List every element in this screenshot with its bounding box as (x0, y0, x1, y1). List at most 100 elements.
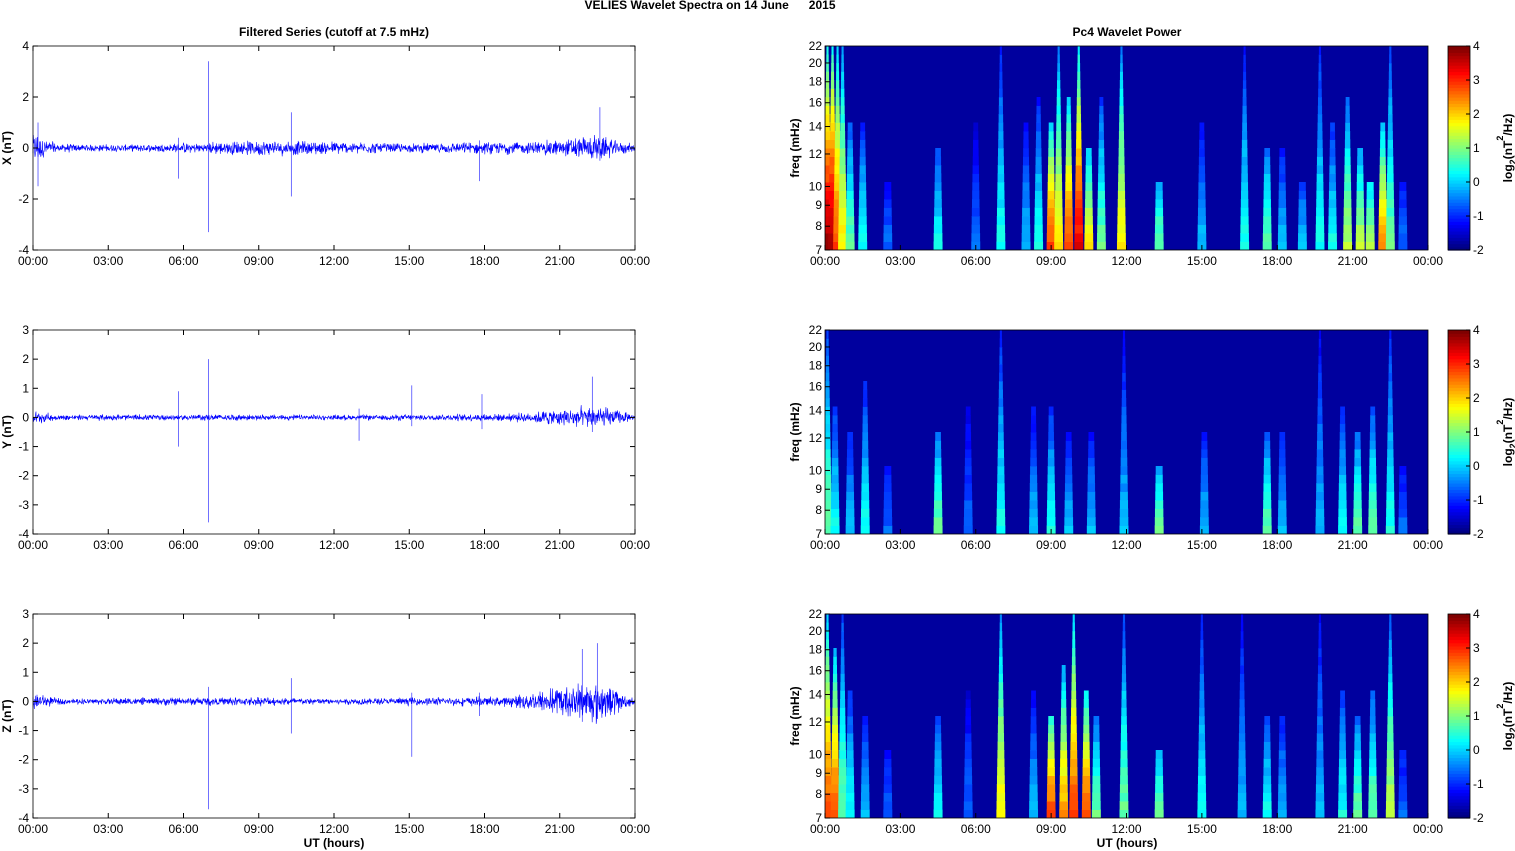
heatmap-cell (1047, 483, 1055, 492)
heatmap-cell (1055, 182, 1063, 191)
heatmap-cell (1098, 122, 1104, 132)
colorbar-label-part: log (1501, 732, 1515, 750)
heatmap-cell (1353, 792, 1362, 802)
colorbar-2: -2 -1 0 1 2 3 4 log2(nT2/Hz) (1447, 323, 1515, 541)
heatmap-cell (1242, 122, 1247, 132)
heatmap-cell (1121, 415, 1127, 424)
heatmap-cell (1071, 665, 1076, 674)
heatmap-cell (1339, 449, 1346, 458)
heatmap-cell (1264, 724, 1271, 734)
heatmap-cell (1075, 156, 1082, 166)
heatmap-cell (1200, 622, 1204, 632)
heatmap-cell (934, 500, 943, 509)
xtick-label: 21:00 (1338, 254, 1368, 268)
heatmap-cell (1345, 122, 1350, 132)
heatmap-cell (1065, 440, 1072, 450)
heatmap-cell (1328, 199, 1337, 208)
heatmap-cell (1087, 508, 1096, 518)
heatmap-cell (825, 372, 830, 382)
ytick-label: 8 (815, 503, 822, 517)
xtick-label: 21:00 (545, 822, 575, 836)
heatmap-cell (996, 775, 1005, 785)
heatmap-cell (1077, 80, 1081, 89)
colorbar-tick-label: 0 (1473, 459, 1480, 473)
heatmap-cell (1317, 690, 1323, 700)
heatmap-cell (1198, 767, 1206, 776)
heatmap-cell (1317, 105, 1323, 115)
heatmap-cell (1076, 105, 1081, 115)
heatmap-cell (1369, 457, 1377, 467)
heatmap-cell (839, 182, 847, 191)
heatmap-cell (1278, 767, 1287, 776)
heatmap-cell (997, 190, 1005, 200)
heatmap-cell (1097, 216, 1106, 225)
heatmap-cell (831, 758, 839, 768)
heatmap-cell (839, 750, 847, 759)
heatmap-cell (825, 139, 831, 149)
heatmap-cell (838, 775, 847, 785)
heatmap-cell (1197, 784, 1206, 793)
heatmap-cell (933, 241, 943, 250)
heatmap-cell (1200, 491, 1209, 501)
heatmap-cell (1096, 241, 1106, 250)
spectrogram-panel-1: 7891012141618202200:00 03:00 06:00 09:00 12:… (788, 39, 1443, 268)
heatmap-cell (1398, 801, 1408, 810)
heatmap-cell (1399, 483, 1407, 492)
heatmap-cell (1386, 207, 1395, 217)
heatmap-cell (1120, 733, 1128, 742)
heatmap-cell (997, 199, 1005, 208)
heatmap-cell (1318, 631, 1322, 640)
heatmap-cell (1030, 415, 1037, 424)
heatmap-cell (860, 809, 870, 818)
heatmap-cell (1120, 775, 1128, 785)
colorbar-tick-label: 3 (1473, 73, 1480, 87)
heatmap-cell (996, 508, 1006, 518)
heatmap-cell (862, 423, 868, 433)
heatmap-cell (1242, 131, 1248, 140)
heatmap-cell (965, 733, 972, 742)
ytick-label: 0 (22, 410, 29, 424)
xtick-label: 00:00 (810, 538, 840, 552)
heatmap-cell (964, 491, 973, 501)
heatmap-cell (1238, 775, 1246, 785)
heatmap-cell (1241, 614, 1244, 623)
ytick-label: 22 (809, 323, 823, 337)
colorbar-1: -2 -1 0 1 2 3 4 log2(nT2/Hz) (1447, 39, 1515, 257)
heatmap-cell (846, 741, 854, 751)
heatmap-cell (1198, 741, 1206, 751)
heatmap-cell (1338, 508, 1347, 518)
heatmap-cell (1278, 775, 1287, 785)
heatmap-cell (1200, 517, 1209, 526)
heatmap-cell (1318, 665, 1322, 674)
heatmap-cell (1085, 165, 1092, 174)
heatmap-cell (1316, 182, 1324, 191)
colorbar-label-part: /Hz) (1501, 114, 1515, 136)
xtick-label: 03:00 (885, 538, 915, 552)
xtick-label: 06:00 (168, 538, 198, 552)
heatmap-cell (1116, 241, 1126, 250)
heatmap-cell (1340, 406, 1345, 416)
heatmap-cell (1379, 156, 1386, 166)
heatmap-cell (1087, 466, 1095, 475)
heatmap-cell (834, 148, 841, 157)
heatmap-cell (1060, 758, 1068, 768)
colorbar-tick-label: 3 (1473, 357, 1480, 371)
heatmap-cell (1121, 398, 1127, 407)
heatmap-cell (1263, 508, 1272, 518)
heatmap-cell (1118, 148, 1125, 157)
heatmap-cell (846, 491, 855, 501)
heatmap-cell (1034, 199, 1043, 208)
heatmap-cell (1030, 750, 1037, 759)
heatmap-cell (1369, 474, 1377, 484)
heatmap-cell (998, 682, 1004, 691)
heatmap-cell (1029, 508, 1038, 518)
heatmap-cell (1065, 466, 1073, 475)
heatmap-cell (1093, 724, 1100, 734)
heatmap-cell (1263, 500, 1272, 509)
heatmap-cell (1240, 639, 1244, 649)
heatmap-cell (1398, 792, 1408, 802)
heatmap-cell (1298, 233, 1307, 242)
heatmap-cell (1339, 457, 1346, 467)
heatmap-cell (965, 707, 971, 717)
heatmap-cell (1117, 190, 1126, 200)
